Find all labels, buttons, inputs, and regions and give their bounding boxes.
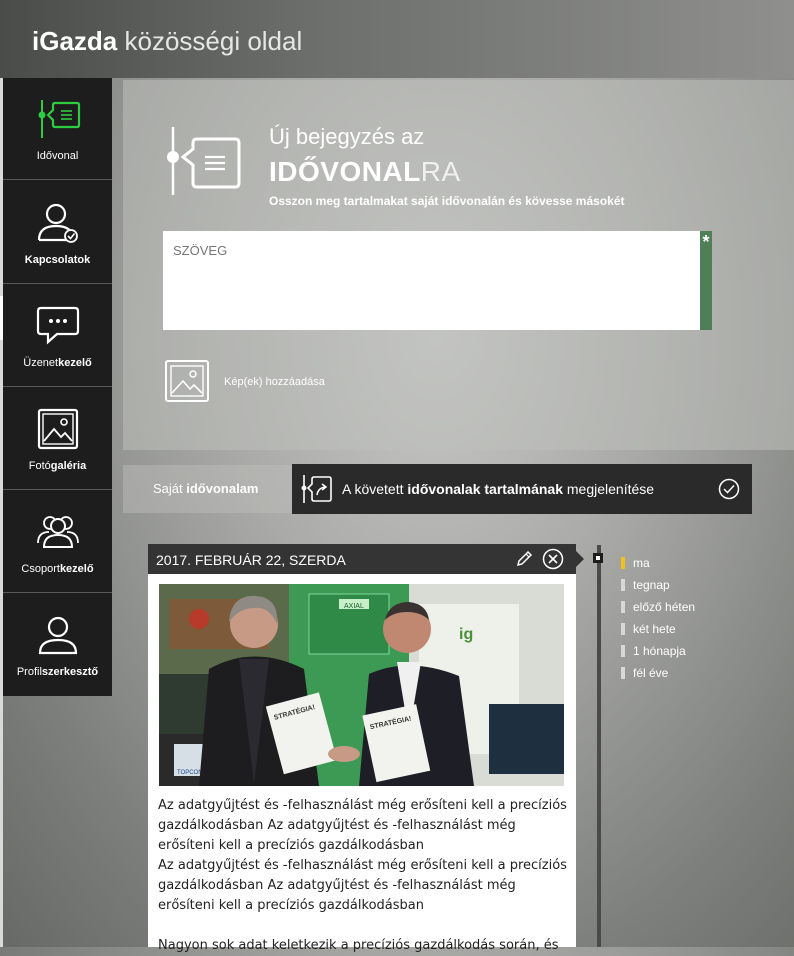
timeline-post-icon: [167, 127, 241, 195]
photo-sign-text: AXIAL: [344, 603, 364, 610]
site-title[interactable]: iGazda közösségi oldal: [32, 26, 302, 57]
tab-own-timeline[interactable]: Saját idővonalam: [123, 465, 292, 513]
close-icon[interactable]: [542, 548, 564, 570]
tab-followed-timelines[interactable]: A követett idővonalak tartalmának megjel…: [292, 464, 752, 514]
tab-followed-label: A követett idővonalak tartalmának megjel…: [342, 481, 655, 497]
filter-last-week[interactable]: előző héten: [621, 599, 695, 621]
pencil-icon[interactable]: [514, 549, 534, 569]
filter-yesterday[interactable]: tegnap: [621, 577, 695, 599]
post-paragraph: Az adatgyűjtést és -felhasználást még er…: [158, 858, 567, 913]
sidebar-item-label: Fotógaléria: [28, 460, 87, 472]
sidebar-item-contacts[interactable]: Kapcsolatok: [3, 182, 112, 284]
sidebar-item-profile[interactable]: Profilszerkesztő: [3, 594, 112, 696]
sidebar-item-label: Profilszerkesztő: [16, 666, 99, 678]
post-date: 2017. FEBRUÁR 22, SZERDA: [156, 552, 346, 568]
new-post-panel: Új bejegyzés az IDŐVONALRA Osszon meg ta…: [123, 80, 794, 450]
sidebar-item-label: Üzenetkezelő: [23, 357, 92, 369]
sidebar-item-groups[interactable]: Csoportkezelő: [3, 491, 112, 593]
filter-half-year[interactable]: fél éve: [621, 665, 695, 687]
post-photo[interactable]: AXIAL ig TOPCON STRATÉGIA! STRATÉGIA!: [159, 584, 564, 786]
time-filter-list: ma tegnap előző héten két hete 1 hónapja…: [621, 555, 695, 687]
timeline-node: [593, 553, 603, 563]
composer-title-line1: Új bejegyzés az: [269, 124, 425, 149]
post-paragraph: Nagyon sok adat keletkezik a precíziós g…: [158, 938, 559, 953]
add-image-label[interactable]: Kép(ek) hozzáadása: [224, 376, 325, 388]
photo-brand-text: TOPCON: [177, 770, 203, 776]
post-body: Az adatgyűjtést és -felhasználást még er…: [158, 796, 568, 956]
filter-today[interactable]: ma: [621, 555, 695, 577]
timeline-share-icon: [301, 475, 332, 503]
photo-logo-text: ig: [459, 626, 473, 643]
filter-two-weeks[interactable]: két hete: [621, 621, 695, 643]
required-star: *: [702, 232, 710, 252]
image-gallery-icon: [37, 408, 79, 450]
user-profile-icon: [38, 616, 78, 655]
top-header: iGazda közösségi oldal: [0, 0, 794, 78]
sidebar-item-label: Csoportkezelő: [21, 563, 94, 575]
sidebar-item-messages[interactable]: Üzenetkezelő: [3, 285, 112, 387]
chat-bubble-icon: [36, 306, 80, 345]
timeline-post: 2017. FEBRUÁR 22, SZERDA AXIAL ig TOPCON: [148, 544, 576, 953]
check-circle-icon[interactable]: [718, 478, 740, 500]
sidebar-item-label: Idővonal: [36, 150, 79, 162]
post-text-input[interactable]: [163, 231, 700, 330]
brand-subtitle: közösségi oldal: [124, 26, 303, 56]
timeline-axis: [597, 545, 601, 947]
post-paragraph: Az adatgyűjtést és -felhasználást még er…: [158, 798, 567, 853]
sidebar-item-timeline[interactable]: Idővonal: [3, 78, 112, 180]
timeline-icon: [38, 100, 81, 138]
sidebar-item-label: Kapcsolatok: [24, 254, 91, 266]
users-group-icon: [37, 516, 79, 548]
add-image-icon[interactable]: [165, 360, 209, 402]
sidebar: Idővonal Kapcsolatok Üzenetkezelő Fotóga…: [3, 78, 112, 696]
user-check-icon: [37, 203, 78, 243]
composer-title-line2: IDŐVONALRA: [269, 156, 461, 187]
post-header: 2017. FEBRUÁR 22, SZERDA: [148, 544, 576, 574]
filter-one-month[interactable]: 1 hónapja: [621, 643, 695, 665]
sidebar-item-gallery[interactable]: Fotógaléria: [3, 388, 112, 490]
composer-subtitle: Osszon meg tartalmakat saját idővonalán …: [269, 194, 625, 208]
post-pointer: [576, 551, 584, 567]
brand-name: iGazda: [32, 26, 118, 56]
